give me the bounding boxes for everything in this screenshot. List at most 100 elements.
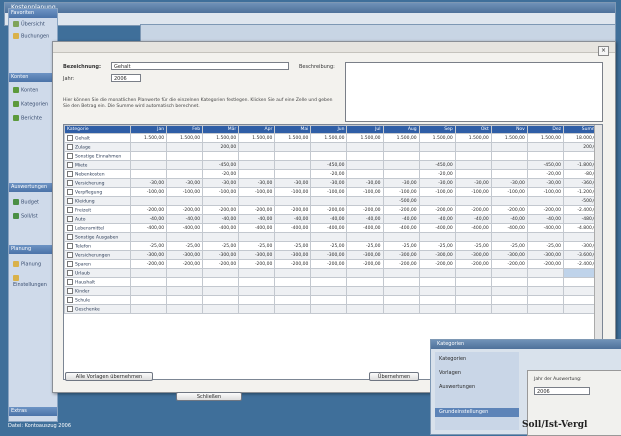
amount-cell[interactable] [129, 286, 168, 296]
amount-cell[interactable] [274, 142, 312, 152]
row-checkbox[interactable] [67, 224, 73, 231]
amount-cell[interactable] [418, 151, 456, 161]
amount-cell[interactable]: -40,00 [490, 214, 528, 224]
amount-cell[interactable]: -25,00 [418, 241, 456, 251]
amount-cell[interactable]: -500,00 [382, 196, 420, 206]
amount-cell[interactable] [382, 304, 420, 314]
amount-cell[interactable]: -30,00 [129, 178, 168, 188]
sidebar-group-favorites[interactable]: Favoriten [9, 9, 57, 18]
amount-cell[interactable]: -30,00 [274, 178, 312, 188]
amount-cell[interactable] [490, 196, 528, 206]
row-category-cell[interactable]: Schule [64, 295, 131, 305]
amount-cell[interactable] [274, 232, 312, 242]
amount-cell[interactable]: -40,00 [382, 214, 420, 224]
amount-cell[interactable]: -200,00 [346, 205, 384, 215]
amount-cell[interactable]: -200,00 [166, 205, 204, 215]
amount-cell[interactable] [238, 142, 276, 152]
amount-cell[interactable] [418, 142, 456, 152]
sidebar-item-reports[interactable]: Berichte [13, 115, 53, 123]
amount-cell[interactable] [129, 232, 168, 242]
amount-cell[interactable] [382, 142, 420, 152]
amount-cell[interactable]: -100,00 [310, 187, 348, 197]
amount-cell[interactable] [202, 295, 240, 305]
row-checkbox[interactable] [67, 305, 73, 312]
amount-cell[interactable]: -30,00 [166, 178, 204, 188]
amount-cell[interactable] [202, 277, 240, 287]
amount-cell[interactable]: -200,00 [129, 259, 168, 269]
amount-cell[interactable]: -20,00 [526, 169, 565, 179]
apply-all-templates-button[interactable]: Alle Vorlagen übernehmen [65, 372, 153, 381]
amount-cell[interactable]: 1.500,00 [382, 133, 420, 143]
amount-cell[interactable]: -25,00 [310, 241, 348, 251]
amount-cell[interactable] [202, 304, 240, 314]
amount-cell[interactable] [310, 232, 348, 242]
amount-cell[interactable] [526, 277, 565, 287]
amount-cell[interactable] [166, 232, 204, 242]
amount-cell[interactable] [129, 196, 168, 206]
amount-cell[interactable]: -25,00 [129, 241, 168, 251]
amount-cell[interactable] [202, 286, 240, 296]
amount-cell[interactable] [166, 151, 204, 161]
sidebar-item-settings[interactable]: Einstellungen [13, 275, 53, 288]
row-category-cell[interactable]: Zulage [64, 142, 131, 152]
amount-cell[interactable]: -30,00 [202, 178, 240, 188]
amount-cell[interactable]: -30,00 [382, 178, 420, 188]
amount-cell[interactable] [202, 151, 240, 161]
amount-cell[interactable]: -400,00 [166, 223, 204, 233]
amount-cell[interactable] [238, 160, 276, 170]
row-category-cell[interactable]: Geschenke [64, 304, 131, 314]
category-item-categories[interactable]: Kategorien [439, 356, 466, 362]
amount-cell[interactable]: -100,00 [382, 187, 420, 197]
amount-cell[interactable] [166, 295, 204, 305]
amount-cell[interactable] [274, 160, 312, 170]
amount-cell[interactable]: -200,00 [526, 259, 565, 269]
amount-cell[interactable]: -200,00 [454, 205, 492, 215]
amount-cell[interactable] [490, 277, 528, 287]
amount-cell[interactable]: -40,00 [526, 214, 565, 224]
sidebar-item-planning[interactable]: Planung [13, 261, 53, 269]
amount-cell[interactable]: -100,00 [526, 187, 565, 197]
amount-cell[interactable] [382, 277, 420, 287]
row-checkbox[interactable] [67, 215, 73, 222]
sidebar-item-target-actual[interactable]: Soll/Ist [13, 213, 53, 221]
amount-cell[interactable]: -400,00 [382, 223, 420, 233]
row-category-cell[interactable]: Sparen [64, 259, 131, 269]
amount-cell[interactable] [346, 295, 384, 305]
amount-cell[interactable] [274, 295, 312, 305]
amount-cell[interactable]: -300,00 [382, 250, 420, 260]
category-section-header[interactable]: Grundeinstellungen [435, 408, 519, 417]
amount-cell[interactable]: -100,00 [490, 187, 528, 197]
amount-cell[interactable] [238, 169, 276, 179]
amount-cell[interactable] [238, 196, 276, 206]
amount-cell[interactable] [418, 196, 456, 206]
amount-cell[interactable] [346, 169, 384, 179]
row-checkbox[interactable] [67, 287, 73, 294]
amount-cell[interactable]: -25,00 [202, 241, 240, 251]
amount-cell[interactable]: -25,00 [274, 241, 312, 251]
amount-cell[interactable] [418, 286, 456, 296]
row-checkbox[interactable] [67, 197, 73, 204]
amount-cell[interactable] [238, 304, 276, 314]
amount-cell[interactable]: 1.500,00 [310, 133, 348, 143]
row-checkbox[interactable] [67, 161, 73, 168]
amount-cell[interactable]: -400,00 [346, 223, 384, 233]
amount-cell[interactable]: -25,00 [238, 241, 276, 251]
amount-cell[interactable]: -400,00 [129, 223, 168, 233]
amount-cell[interactable] [382, 286, 420, 296]
amount-cell[interactable] [346, 232, 384, 242]
amount-cell[interactable] [310, 277, 348, 287]
row-checkbox[interactable] [67, 152, 73, 159]
amount-cell[interactable] [490, 142, 528, 152]
year-input[interactable]: 2006 [111, 74, 141, 82]
amount-cell[interactable] [238, 295, 276, 305]
amount-cell[interactable] [490, 169, 528, 179]
amount-cell[interactable] [166, 196, 204, 206]
row-category-cell[interactable]: Kinder [64, 286, 131, 296]
amount-cell[interactable]: -25,00 [526, 241, 565, 251]
amount-cell[interactable] [346, 277, 384, 287]
amount-cell[interactable] [418, 268, 456, 278]
amount-cell[interactable] [490, 160, 528, 170]
amount-cell[interactable]: -200,00 [346, 259, 384, 269]
row-checkbox[interactable] [67, 143, 73, 150]
amount-cell[interactable]: -200,00 [382, 205, 420, 215]
